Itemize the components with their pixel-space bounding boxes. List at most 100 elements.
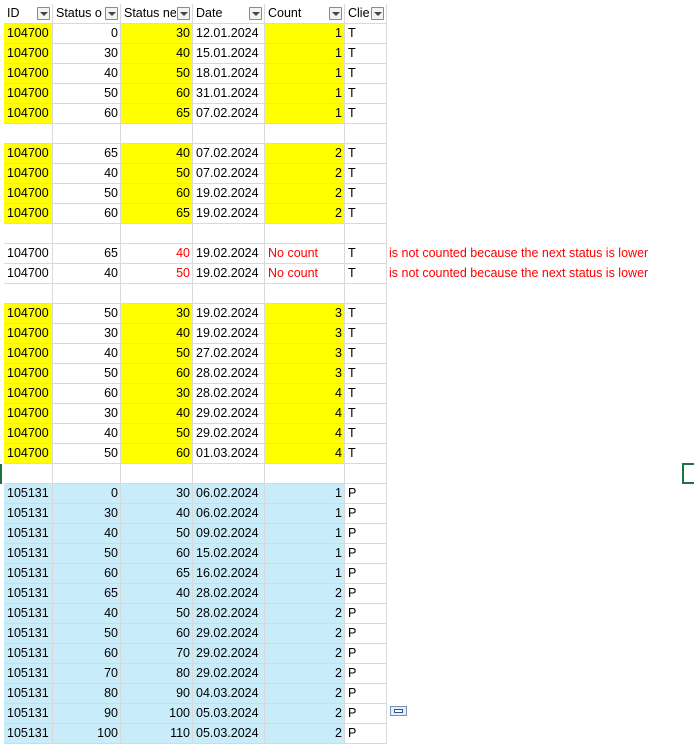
cell-id[interactable]: 104700 (4, 184, 53, 204)
cell-client[interactable] (345, 284, 387, 304)
cell-new[interactable]: 60 (121, 364, 193, 384)
cell-date[interactable]: 29.02.2024 (193, 424, 265, 444)
cell-old[interactable]: 60 (53, 204, 121, 224)
cell-count[interactable]: 2 (265, 184, 345, 204)
cell-count[interactable]: 1 (265, 564, 345, 584)
cell-id[interactable]: 104700 (4, 444, 53, 464)
cell-old[interactable]: 60 (53, 564, 121, 584)
cell-old[interactable] (53, 284, 121, 304)
cell-count[interactable]: 3 (265, 324, 345, 344)
cell-client[interactable]: T (345, 84, 387, 104)
cell-new[interactable]: 60 (121, 624, 193, 644)
cell-old[interactable]: 30 (53, 324, 121, 344)
cell-count[interactable]: 1 (265, 484, 345, 504)
cell-date[interactable]: 28.02.2024 (193, 384, 265, 404)
cell-client[interactable] (345, 224, 387, 244)
cell-count[interactable] (265, 124, 345, 144)
filter-dropdown-icon[interactable] (249, 7, 262, 20)
cell-date[interactable]: 06.02.2024 (193, 504, 265, 524)
cell-date[interactable]: 29.02.2024 (193, 404, 265, 424)
cell-old[interactable]: 40 (53, 524, 121, 544)
cell-date[interactable]: 01.03.2024 (193, 444, 265, 464)
cell-client[interactable]: P (345, 584, 387, 604)
cell-client[interactable] (345, 464, 387, 484)
cell-client[interactable]: P (345, 684, 387, 704)
cell-date[interactable]: 19.02.2024 (193, 264, 265, 284)
cell-new[interactable] (121, 224, 193, 244)
cell-id[interactable]: 105131 (4, 684, 53, 704)
cell-id[interactable]: 104700 (4, 264, 53, 284)
cell-count[interactable]: 4 (265, 444, 345, 464)
cell-client[interactable]: P (345, 704, 387, 724)
cell-id[interactable]: 105131 (4, 644, 53, 664)
header-status-old[interactable]: Status o (53, 4, 121, 24)
cell-count[interactable] (265, 224, 345, 244)
cell-new[interactable]: 50 (121, 164, 193, 184)
cell-id[interactable]: 105131 (4, 704, 53, 724)
cell-date[interactable]: 28.02.2024 (193, 604, 265, 624)
header-status-new[interactable]: Status ne (121, 4, 193, 24)
cell-count[interactable]: 3 (265, 344, 345, 364)
cell-count[interactable]: 2 (265, 144, 345, 164)
cell-client[interactable]: P (345, 644, 387, 664)
cell-count[interactable]: 2 (265, 724, 345, 744)
cell-new[interactable]: 30 (121, 484, 193, 504)
cell-new[interactable]: 60 (121, 184, 193, 204)
cell-count[interactable]: 2 (265, 624, 345, 644)
cell-old[interactable]: 30 (53, 504, 121, 524)
cell-date[interactable]: 15.02.2024 (193, 544, 265, 564)
cell-id[interactable]: 104700 (4, 144, 53, 164)
cell-date[interactable]: 15.01.2024 (193, 44, 265, 64)
cell-id[interactable] (4, 124, 53, 144)
cell-count[interactable]: 2 (265, 704, 345, 724)
cell-date[interactable] (193, 224, 265, 244)
cell-count[interactable]: 2 (265, 164, 345, 184)
cell-old[interactable]: 65 (53, 144, 121, 164)
cell-new[interactable] (121, 464, 193, 484)
cell-date[interactable]: 28.02.2024 (193, 364, 265, 384)
cell-date[interactable]: 07.02.2024 (193, 164, 265, 184)
cell-id[interactable]: 104700 (4, 324, 53, 344)
cell-date[interactable]: 19.02.2024 (193, 184, 265, 204)
cell-new[interactable]: 50 (121, 64, 193, 84)
cell-id[interactable]: 105131 (4, 524, 53, 544)
cell-new[interactable]: 90 (121, 684, 193, 704)
cell-client[interactable]: T (345, 344, 387, 364)
cell-new[interactable]: 110 (121, 724, 193, 744)
cell-date[interactable]: 04.03.2024 (193, 684, 265, 704)
cell-new[interactable]: 100 (121, 704, 193, 724)
cell-count[interactable]: 3 (265, 304, 345, 324)
cell-client[interactable]: T (345, 384, 387, 404)
cell-old[interactable] (53, 124, 121, 144)
cell-old[interactable]: 0 (53, 484, 121, 504)
cell-id[interactable]: 105131 (4, 624, 53, 644)
cell-count[interactable]: 2 (265, 664, 345, 684)
cell-client[interactable]: T (345, 304, 387, 324)
cell-new[interactable]: 40 (121, 404, 193, 424)
cell-date[interactable]: 19.02.2024 (193, 204, 265, 224)
cell-id[interactable]: 104700 (4, 164, 53, 184)
cell-count[interactable] (265, 284, 345, 304)
cell-id[interactable] (4, 284, 53, 304)
cell-count[interactable]: No count (265, 244, 345, 264)
cell-count[interactable]: 2 (265, 204, 345, 224)
cell-old[interactable]: 40 (53, 64, 121, 84)
cell-client[interactable]: T (345, 244, 387, 264)
cell-client[interactable]: P (345, 604, 387, 624)
cell-old[interactable]: 65 (53, 584, 121, 604)
cell-date[interactable]: 18.01.2024 (193, 64, 265, 84)
cell-new[interactable]: 50 (121, 264, 193, 284)
cell-date[interactable]: 09.02.2024 (193, 524, 265, 544)
cell-date[interactable] (193, 124, 265, 144)
cell-id[interactable]: 104700 (4, 84, 53, 104)
cell-new[interactable]: 30 (121, 304, 193, 324)
cell-new[interactable]: 60 (121, 84, 193, 104)
cell-date[interactable]: 12.01.2024 (193, 24, 265, 44)
cell-new[interactable]: 40 (121, 144, 193, 164)
cell-id[interactable]: 105131 (4, 724, 53, 744)
cell-date[interactable]: 29.02.2024 (193, 624, 265, 644)
cell-date[interactable]: 19.02.2024 (193, 244, 265, 264)
cell-old[interactable]: 0 (53, 24, 121, 44)
cell-count[interactable]: 3 (265, 364, 345, 384)
cell-count[interactable]: 1 (265, 84, 345, 104)
